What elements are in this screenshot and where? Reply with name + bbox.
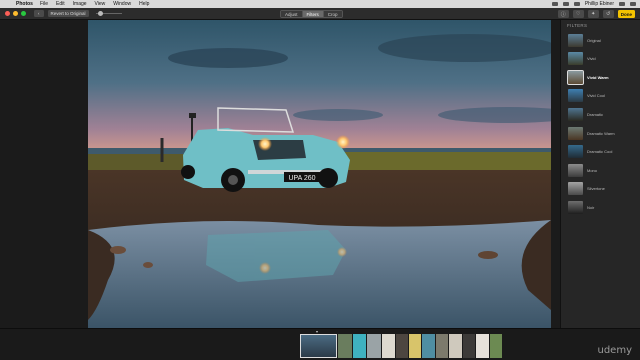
- filmstrip-thumb[interactable]: [463, 334, 475, 358]
- filter-vivid[interactable]: Vivid: [568, 51, 620, 67]
- menu-file[interactable]: File: [40, 1, 48, 7]
- filter-label: Vivid Warm: [587, 74, 609, 80]
- filter-thumbnail: [568, 126, 583, 140]
- filter-dramatic[interactable]: Dramatic: [568, 106, 620, 122]
- car-reflection: [206, 230, 347, 282]
- filter-label: Original: [587, 37, 601, 43]
- filter-thumbnail: [568, 52, 583, 66]
- filmstrip-thumb[interactable]: [396, 334, 408, 358]
- filter-thumbnail: [568, 163, 583, 177]
- filmstrip-thumb[interactable]: [476, 334, 489, 358]
- menu-bar: Photos File Edit Image View Window Help …: [0, 0, 640, 8]
- filter-thumbnail: [567, 69, 584, 85]
- photos-app-window: Photos File Edit Image View Window Help …: [0, 0, 640, 360]
- udemy-watermark: udemy: [597, 345, 633, 356]
- filters-sidebar: FILTERS Original Vivid Vivid Warm Vivid Coo…: [560, 20, 640, 328]
- filmstrip-thumbnails: [300, 334, 502, 358]
- filter-mono[interactable]: Mono: [568, 162, 620, 178]
- filter-label: Mono: [587, 167, 598, 173]
- menu-edit[interactable]: Edit: [56, 1, 65, 7]
- search-icon[interactable]: [619, 2, 625, 6]
- filter-thumbnail: [568, 182, 583, 196]
- filter-noir[interactable]: Noir: [568, 199, 620, 215]
- filmstrip-thumb[interactable]: [490, 334, 502, 358]
- menu-app-name[interactable]: Photos: [16, 1, 33, 7]
- tab-crop[interactable]: Crop: [323, 11, 342, 17]
- minimize-window-button[interactable]: [13, 11, 18, 16]
- back-button[interactable]: ‹: [34, 10, 44, 17]
- filmstrip-thumb[interactable]: [449, 334, 462, 358]
- filter-label: Vivid Cool: [587, 93, 605, 99]
- filter-thumbnail: [568, 145, 583, 159]
- menu-view[interactable]: View: [95, 1, 106, 7]
- filter-thumbnail: [568, 200, 583, 214]
- zoom-slider-knob[interactable]: [97, 11, 103, 16]
- wifi-icon[interactable]: [562, 2, 569, 6]
- filter-label: Dramatic Cool: [587, 149, 613, 155]
- filter-vivid-cool[interactable]: Vivid Cool: [568, 88, 620, 104]
- menu-list-icon[interactable]: [630, 2, 636, 6]
- filter-dramatic-cool[interactable]: Dramatic Cool: [568, 144, 620, 160]
- filmstrip-thumb[interactable]: [436, 334, 448, 358]
- filmstrip-thumb[interactable]: [409, 334, 421, 358]
- filmstrip: ▾ udemy: [0, 328, 640, 360]
- zoom-window-button[interactable]: [21, 11, 26, 16]
- photo-canvas: UPA 260: [0, 20, 560, 328]
- filters-title: FILTERS: [567, 23, 588, 28]
- filter-original[interactable]: Original: [568, 32, 620, 48]
- filmstrip-thumb[interactable]: [422, 334, 435, 358]
- filter-label: Dramatic: [587, 111, 604, 117]
- edit-mode-tabs: Adjust Filters Crop: [280, 10, 343, 18]
- favorite-icon[interactable]: ♡: [572, 10, 584, 18]
- filter-label: Vivid: [587, 56, 596, 62]
- zoom-slider[interactable]: [95, 11, 122, 16]
- edited-photo[interactable]: UPA 260: [88, 20, 551, 328]
- enhance-icon[interactable]: ✦: [587, 10, 599, 18]
- filter-thumbnail: [568, 33, 583, 47]
- filter-thumbnail: [568, 107, 583, 121]
- photo-image: UPA 260: [88, 20, 551, 328]
- filmstrip-thumb[interactable]: [338, 334, 352, 358]
- user-name[interactable]: Phillip Ebiner: [585, 1, 614, 7]
- filter-thumbnail: [568, 89, 583, 103]
- filter-label: Noir: [587, 204, 595, 210]
- filmstrip-thumb[interactable]: [300, 334, 337, 358]
- filter-silvertone[interactable]: Silvertone: [568, 181, 620, 197]
- menu-window[interactable]: Window: [113, 1, 131, 7]
- filmstrip-thumb[interactable]: [367, 334, 381, 358]
- license-plate: UPA 260: [288, 175, 315, 182]
- filter-label: Silvertone: [587, 186, 605, 192]
- filmstrip-thumb[interactable]: [382, 334, 395, 358]
- info-icon[interactable]: ⓘ: [557, 10, 569, 18]
- window-controls: [5, 11, 26, 16]
- menu-image[interactable]: Image: [73, 1, 87, 7]
- toolbar: ‹ Revert to Original Adjust Filters Crop…: [0, 8, 640, 20]
- rotate-icon[interactable]: ↺: [602, 10, 614, 18]
- filmstrip-thumb[interactable]: [353, 334, 366, 358]
- filter-dramatic-warm[interactable]: Dramatic Warm: [568, 125, 620, 141]
- revert-to-original-button[interactable]: Revert to Original: [47, 10, 89, 17]
- battery-icon[interactable]: [573, 2, 580, 6]
- filter-label: Dramatic Warm: [587, 130, 615, 136]
- tab-filters[interactable]: Filters: [302, 11, 324, 17]
- close-window-button[interactable]: [5, 11, 10, 16]
- done-button[interactable]: Done: [617, 10, 635, 18]
- filter-vivid-warm[interactable]: Vivid Warm: [567, 69, 620, 85]
- status-icon[interactable]: [551, 2, 558, 6]
- menu-help[interactable]: Help: [139, 1, 149, 7]
- toolbar-right-group: ⓘ ♡ ✦ ↺ Done: [557, 10, 635, 18]
- tab-adjust[interactable]: Adjust: [281, 11, 303, 17]
